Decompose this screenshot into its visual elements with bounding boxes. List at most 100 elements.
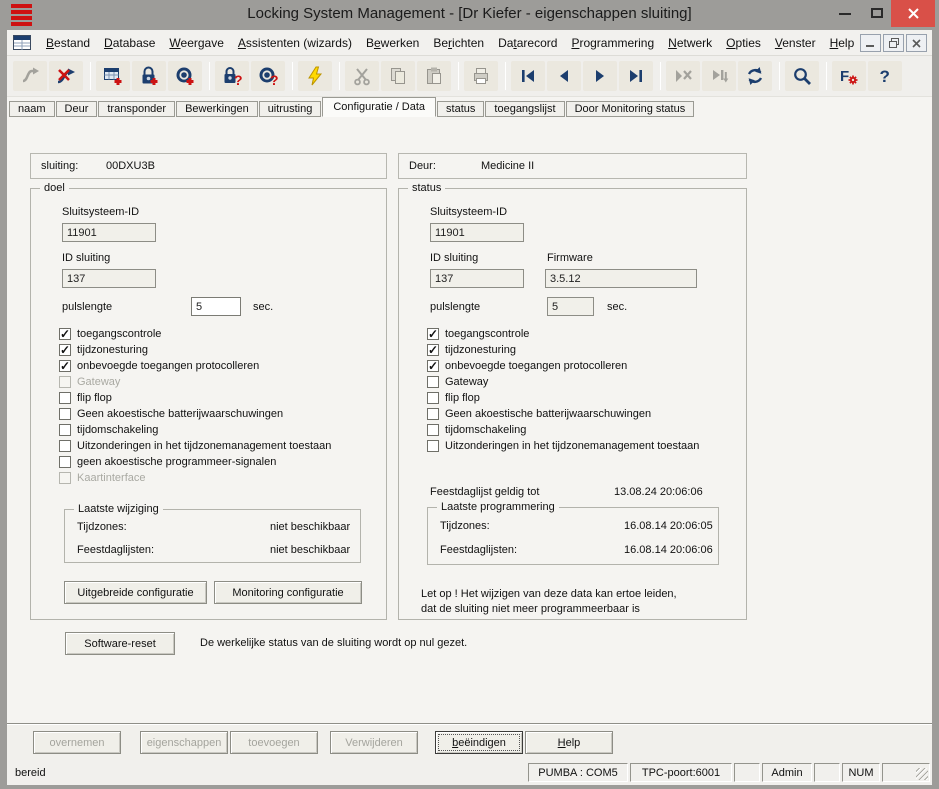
checkbox-box[interactable] <box>59 472 71 484</box>
menu-assistenten[interactable]: Assistenten (wizards) <box>231 36 359 50</box>
tab-configuratie-data[interactable]: Configuratie / Data <box>322 97 436 117</box>
toolbar-lock-status-button[interactable]: ? <box>215 61 249 91</box>
toolbar-refresh-button[interactable] <box>738 61 772 91</box>
tab-transponder[interactable]: transponder <box>98 101 175 117</box>
checkbox-uitzonderingen-tijdzonemanagement[interactable]: Uitzonderingen in het tijdzonemanagement… <box>59 439 331 452</box>
checkbox-geen-programmeer-signalen[interactable]: geen akoestische programmeer-signalen <box>59 455 331 468</box>
checkbox-box[interactable] <box>427 392 439 404</box>
checkbox-tijdomschakeling[interactable]: tijdomschakeling <box>59 423 331 436</box>
toolbar-cancel-record-button[interactable] <box>666 61 700 91</box>
id-sluiting-input-doel[interactable] <box>62 269 156 288</box>
checkbox-gateway[interactable]: Gateway <box>427 375 699 388</box>
checkbox-geen-batterijwaarschuwingen[interactable]: Geen akoestische batterijwaarschuwingen <box>59 407 331 420</box>
checkbox-kaartinterface[interactable]: Kaartinterface <box>59 471 331 484</box>
toolbar-search-button[interactable] <box>785 61 819 91</box>
mdi-minimize-button[interactable] <box>860 34 881 52</box>
toolbar-add-lock-button[interactable] <box>132 61 166 91</box>
firmware-input[interactable] <box>545 269 697 288</box>
toolbar-cut-button[interactable] <box>345 61 379 91</box>
overnemen-button[interactable]: overnemen <box>33 731 121 754</box>
checkbox-geen-batterijwaarschuwingen[interactable]: Geen akoestische batterijwaarschuwingen <box>427 407 699 420</box>
checkbox-tijdzonesturing[interactable]: tijdzonesturing <box>427 343 699 356</box>
toolbar-copy-button[interactable] <box>381 61 415 91</box>
checkbox-box[interactable] <box>59 392 71 404</box>
checkbox-box[interactable] <box>427 424 439 436</box>
toolbar-filter-settings-button[interactable]: F <box>832 61 866 91</box>
checkbox-box[interactable] <box>427 440 439 452</box>
toolbar-program-button[interactable] <box>298 61 332 91</box>
checkbox-box[interactable] <box>427 408 439 420</box>
menu-berichten[interactable]: Berichten <box>426 36 491 50</box>
checkbox-box[interactable] <box>59 456 71 468</box>
tab-naam[interactable]: naam <box>9 101 55 117</box>
eigenschappen-button[interactable]: eigenschappen <box>140 731 228 754</box>
checkbox-box[interactable] <box>427 344 439 356</box>
toolbar-previous-record-button[interactable] <box>547 61 581 91</box>
menu-netwerk[interactable]: Netwerk <box>661 36 719 50</box>
mdi-close-button[interactable] <box>906 34 927 52</box>
sluitsysteem-id-input-doel[interactable] <box>62 223 156 242</box>
menu-bestand[interactable]: Bestand <box>39 36 97 50</box>
uitgebreide-configuratie-button[interactable]: Uitgebreide configuratie <box>64 581 207 604</box>
menu-opties[interactable]: Opties <box>719 36 768 50</box>
checkbox-flip-flop[interactable]: flip flop <box>427 391 699 404</box>
toolbar-paste-button[interactable] <box>417 61 451 91</box>
checkbox-uitzonderingen-tijdzonemanagement[interactable]: Uitzonderingen in het tijdzonemanagement… <box>427 439 699 452</box>
toolbar-add-lock-table-button[interactable] <box>96 61 130 91</box>
menu-venster[interactable]: Venster <box>768 36 823 50</box>
menu-bewerken[interactable]: Bewerken <box>359 36 426 50</box>
close-button[interactable] <box>891 0 935 27</box>
pulslengte-input-status[interactable] <box>547 297 594 316</box>
toolbar-last-record-button[interactable] <box>619 61 653 91</box>
toolbar-route-button[interactable] <box>13 61 47 91</box>
menu-weergave[interactable]: Weergave <box>162 36 230 50</box>
menu-programmering[interactable]: Programmering <box>564 36 661 50</box>
toolbar-first-record-button[interactable] <box>511 61 545 91</box>
tab-deur[interactable]: Deur <box>56 101 98 117</box>
toolbar-help-button[interactable]: ? <box>868 61 902 91</box>
checkbox-onbevoegde-toegangen[interactable]: onbevoegde toegangen protocolleren <box>59 359 331 372</box>
checkbox-box[interactable] <box>427 376 439 388</box>
maximize-button[interactable] <box>871 8 883 18</box>
mdi-document-icon[interactable] <box>13 35 31 50</box>
tab-toegangslijst[interactable]: toegangslijst <box>485 101 564 117</box>
software-reset-button[interactable]: Software-reset <box>65 632 175 655</box>
tab-bewerkingen[interactable]: Bewerkingen <box>176 101 258 117</box>
beeindigen-button[interactable]: beëindigen <box>435 731 523 754</box>
checkbox-box[interactable] <box>59 328 71 340</box>
checkbox-box[interactable] <box>59 360 71 372</box>
checkbox-box[interactable] <box>59 440 71 452</box>
toolbar-assign-button[interactable] <box>49 61 83 91</box>
tab-uitrusting[interactable]: uitrusting <box>259 101 322 117</box>
tab-status[interactable]: status <box>437 101 484 117</box>
toolbar-print-button[interactable] <box>464 61 498 91</box>
checkbox-box[interactable] <box>427 360 439 372</box>
resize-grip[interactable] <box>882 763 930 782</box>
checkbox-tijdzonesturing[interactable]: tijdzonesturing <box>59 343 331 356</box>
checkbox-box[interactable] <box>59 424 71 436</box>
toolbar-add-transponder-button[interactable] <box>168 61 202 91</box>
checkbox-box[interactable] <box>59 408 71 420</box>
tab-door-monitoring-status[interactable]: Door Monitoring status <box>566 101 695 117</box>
checkbox-gateway[interactable]: Gateway <box>59 375 331 388</box>
menu-datarecord[interactable]: Datarecord <box>491 36 564 50</box>
pulslengte-input-doel[interactable] <box>191 297 241 316</box>
verwijderen-button[interactable]: Verwijderen <box>330 731 418 754</box>
toevoegen-button[interactable]: toevoegen <box>230 731 318 754</box>
toolbar-next-record-button[interactable] <box>583 61 617 91</box>
checkbox-onbevoegde-toegangen[interactable]: onbevoegde toegangen protocolleren <box>427 359 699 372</box>
checkbox-box[interactable] <box>427 328 439 340</box>
checkbox-toegangscontrole[interactable]: toegangscontrole <box>59 327 331 340</box>
checkbox-flip-flop[interactable]: flip flop <box>59 391 331 404</box>
help-button[interactable]: Help <box>525 731 613 754</box>
sluitsysteem-id-input-status[interactable] <box>430 223 524 242</box>
menu-database[interactable]: Database <box>97 36 162 50</box>
checkbox-toegangscontrole[interactable]: toegangscontrole <box>427 327 699 340</box>
checkbox-box[interactable] <box>59 376 71 388</box>
checkbox-tijdomschakeling[interactable]: tijdomschakeling <box>427 423 699 436</box>
monitoring-configuratie-button[interactable]: Monitoring configuratie <box>214 581 362 604</box>
mdi-restore-button[interactable] <box>883 34 904 52</box>
toolbar-skip-record-button[interactable] <box>702 61 736 91</box>
id-sluiting-input-status[interactable] <box>430 269 524 288</box>
checkbox-box[interactable] <box>59 344 71 356</box>
